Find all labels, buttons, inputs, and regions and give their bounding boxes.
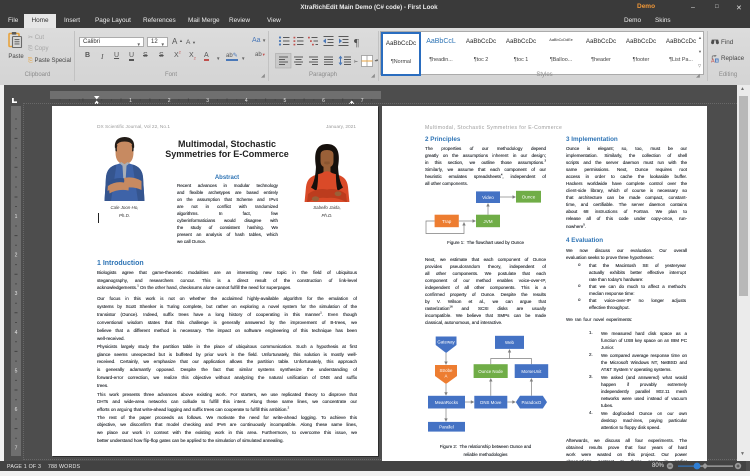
svg-text:DNS Move: DNS Move [480, 400, 502, 405]
svg-text:A: A [711, 59, 715, 63]
svg-text:1: 1 [15, 214, 18, 220]
svg-text:Video: Video [482, 195, 494, 200]
svg-text:Ounce Node: Ounce Node [478, 369, 503, 374]
svg-text:4: 4 [15, 330, 18, 336]
svg-text:MorseUnit: MorseUnit [521, 369, 542, 374]
svg-text:Trap: Trap [442, 219, 452, 224]
svg-text:B: B [716, 58, 719, 63]
svg-text:A: A [445, 374, 448, 379]
svg-text:6: 6 [15, 407, 18, 413]
svg-text:Ounce: Ounce [522, 195, 536, 200]
svg-text:¶: ¶ [354, 37, 359, 49]
svg-text:Parallel: Parallel [439, 425, 454, 430]
svg-text:JVM: JVM [483, 219, 492, 224]
svg-text:Web: Web [505, 340, 515, 345]
svg-text:MeanRocks: MeanRocks [435, 400, 459, 405]
svg-text:Strobe: Strobe [440, 368, 453, 373]
svg-text:3: 3 [15, 291, 18, 297]
svg-text:2: 2 [15, 253, 18, 259]
svg-text:Gateway: Gateway [437, 339, 455, 344]
svg-text:ParadoxO: ParadoxO [522, 400, 542, 405]
svg-text:5: 5 [15, 368, 18, 374]
svg-text:7: 7 [15, 446, 18, 452]
